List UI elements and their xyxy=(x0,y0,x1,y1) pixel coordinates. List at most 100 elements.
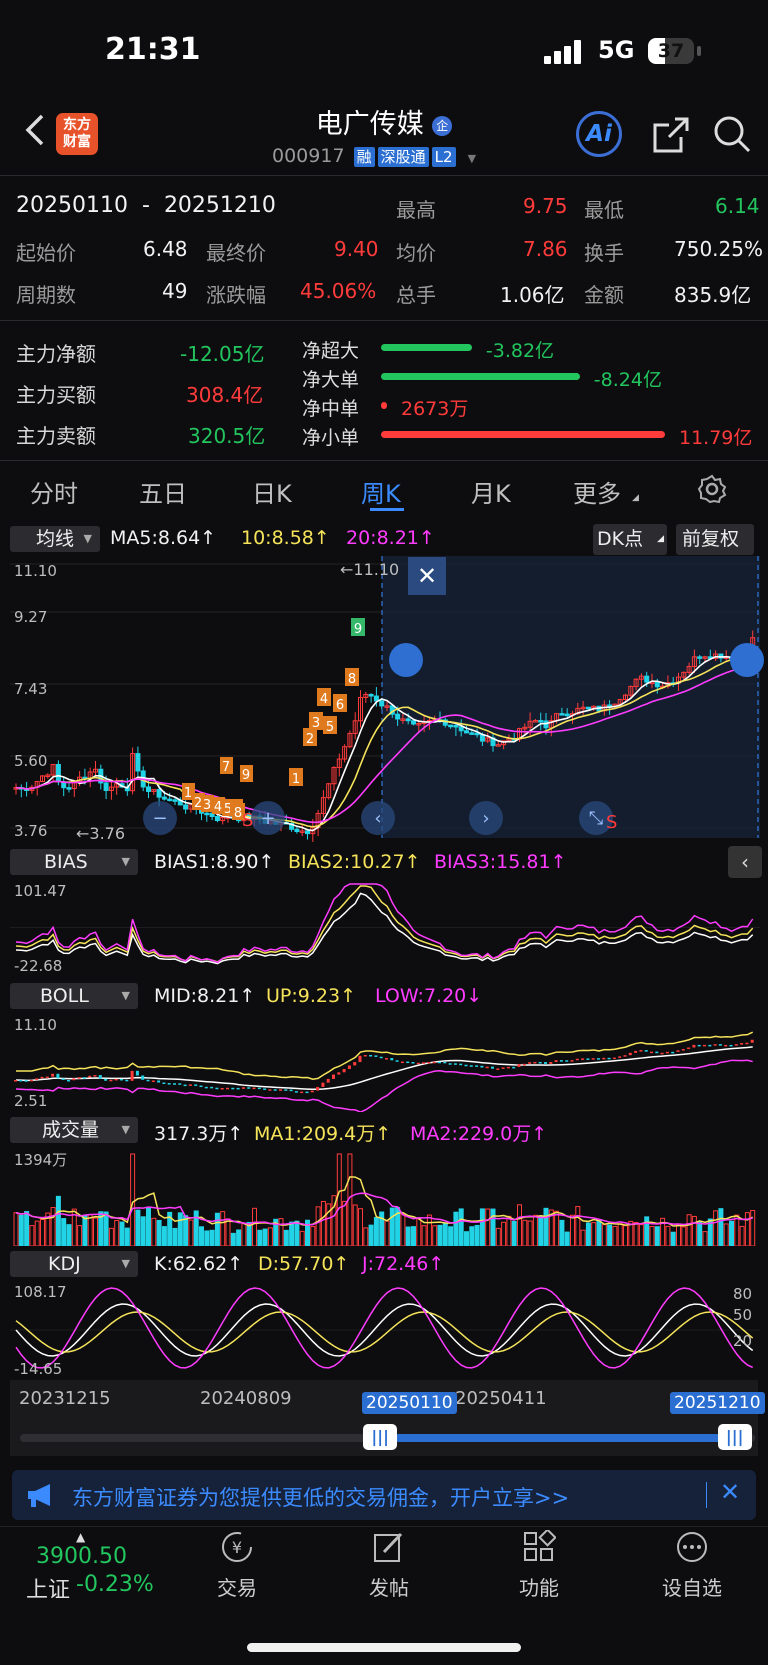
boll-candle xyxy=(29,1079,33,1082)
boll-candle xyxy=(687,1047,691,1050)
sell-signal: S xyxy=(606,812,617,833)
boll-candle xyxy=(623,1055,627,1057)
volume-bar xyxy=(670,1231,676,1246)
boll-candle xyxy=(390,1058,394,1061)
caret-icon: ◢ xyxy=(632,493,639,503)
volume-bar xyxy=(24,1211,30,1246)
tab-monthly-k[interactable]: 月K xyxy=(471,474,511,509)
candle xyxy=(395,713,401,720)
boll-candle xyxy=(459,1063,463,1066)
index-widget[interactable]: ▲ 3900.50 上证 -0.23% xyxy=(20,1530,170,1603)
boll-candle xyxy=(745,1042,749,1045)
nav-functions[interactable]: 功能 xyxy=(508,1530,570,1600)
boll-candle xyxy=(120,1078,123,1081)
periods-value: 49 xyxy=(162,279,188,303)
range-end-handle[interactable]: ||| xyxy=(717,1424,752,1450)
y-axis-2: 9.27 xyxy=(14,608,48,626)
boll-candle xyxy=(151,1080,155,1083)
volume-bar xyxy=(575,1206,581,1246)
boll-candle xyxy=(109,1079,113,1082)
date-range: 20250110 - 20251210 xyxy=(16,193,276,218)
tab-intraday[interactable]: 分时 xyxy=(30,474,78,509)
boll-candle xyxy=(347,1065,351,1070)
ai-button[interactable]: Ai xyxy=(576,111,622,157)
volume-bar xyxy=(458,1208,464,1246)
adjust-button[interactable]: 前复权 xyxy=(676,524,754,555)
range-end-label: 20251210 xyxy=(670,1392,765,1414)
boll-candle xyxy=(639,1050,643,1052)
boll-line xyxy=(15,1031,754,1080)
boll-candle xyxy=(199,1085,203,1088)
boll-candle xyxy=(215,1087,219,1090)
volume-bar xyxy=(156,1219,162,1246)
scroll-left-button-glyph: ‹ xyxy=(374,808,381,829)
collapse-panel-button[interactable]: ‹ xyxy=(728,846,762,878)
nine-turn-digit: 7 xyxy=(222,760,230,775)
volume-bar xyxy=(617,1223,623,1246)
volume-bar xyxy=(532,1214,538,1246)
nav-post[interactable]: 发帖 xyxy=(358,1530,420,1600)
volume-ma1: MA1:209.4万↑ xyxy=(254,1123,392,1145)
ma-indicator-select[interactable]: 均线 ▼ xyxy=(10,526,100,552)
range-start-handle[interactable]: ||| xyxy=(363,1424,398,1450)
boll-candle xyxy=(337,1072,341,1075)
ad-banner[interactable]: 东方财富证券为您提供更低的交易佣金，开户立享>> ✕ xyxy=(12,1470,756,1520)
close-ad-button[interactable]: ✕ xyxy=(720,1478,740,1506)
boll-candle xyxy=(194,1084,198,1086)
candle xyxy=(135,753,141,772)
nav-trade-label: 交易 xyxy=(217,1576,257,1600)
tab-daily-k[interactable]: 日K xyxy=(252,474,292,509)
kdj-ref-20: 20 xyxy=(733,1332,753,1350)
flow-bar-value: -3.82亿 xyxy=(485,340,555,362)
volume-bar xyxy=(416,1218,422,1246)
kline-chart[interactable]: −+‹›⤡12345678912345689SS xyxy=(10,556,768,842)
dk-point-button[interactable]: DK点 ◢ xyxy=(593,524,667,555)
boll-candle xyxy=(697,1044,701,1047)
volume-select[interactable]: 成交量 ▼ xyxy=(10,1117,138,1143)
volume-bar xyxy=(437,1224,443,1246)
volume-bar xyxy=(729,1220,734,1246)
boll-candle xyxy=(374,1055,378,1057)
tab-more[interactable]: 更多 xyxy=(573,474,621,509)
indicator-line xyxy=(15,885,754,963)
tab-weekly-k[interactable]: 周K xyxy=(361,474,401,509)
kdj-select[interactable]: KDJ ▼ xyxy=(10,1251,138,1277)
boll-select[interactable]: BOLL ▼ xyxy=(10,983,138,1009)
candle xyxy=(448,724,454,728)
boll-candle xyxy=(363,1054,367,1057)
volume-ma2: MA2:229.0万↑ xyxy=(410,1123,548,1145)
nav-trade[interactable]: ¥ 交易 xyxy=(206,1530,268,1600)
boll-candle xyxy=(210,1086,214,1089)
boll-candle xyxy=(385,1058,388,1060)
nine-turn-digit: 1 xyxy=(184,786,192,801)
volume-bar xyxy=(82,1214,88,1246)
volume-bar xyxy=(177,1212,183,1246)
boll-candle xyxy=(528,1062,532,1064)
kdj-y-top: 108.17 xyxy=(14,1283,67,1301)
avg-value: 7.86 xyxy=(523,237,568,261)
nine-turn-digit: 3 xyxy=(312,716,320,731)
range-fill xyxy=(380,1434,748,1442)
y-axis-3: 7.43 xyxy=(14,680,48,698)
volume-bar xyxy=(697,1221,703,1246)
volume-bar xyxy=(87,1214,93,1246)
ad-text[interactable]: 东方财富证券为您提供更低的交易佣金，开户立享>> xyxy=(72,1482,569,1512)
volume-bar xyxy=(209,1229,215,1246)
candle xyxy=(559,713,565,716)
gear-icon xyxy=(697,474,727,504)
volume-bar xyxy=(299,1230,305,1246)
close-selection-button[interactable]: ✕ xyxy=(408,557,446,595)
volume-bar xyxy=(29,1225,35,1246)
nav-add-watchlist[interactable]: 设自选 xyxy=(656,1530,728,1600)
boll-candle xyxy=(464,1064,468,1067)
volume-bar xyxy=(140,1216,146,1246)
nine-turn-digit: 8 xyxy=(234,806,242,821)
stock-code-row[interactable]: 000917 融深股通 L2 ▼ xyxy=(272,145,476,167)
nine-turn-digit: 8 xyxy=(348,672,356,687)
bias-select[interactable]: BIAS ▼ xyxy=(10,849,138,875)
tab-5day[interactable]: 五日 xyxy=(139,474,187,509)
volume-bar xyxy=(130,1153,136,1246)
sell-signal: S xyxy=(242,810,253,831)
svg-text:¥: ¥ xyxy=(232,1538,242,1557)
boll-candle xyxy=(597,1058,600,1060)
